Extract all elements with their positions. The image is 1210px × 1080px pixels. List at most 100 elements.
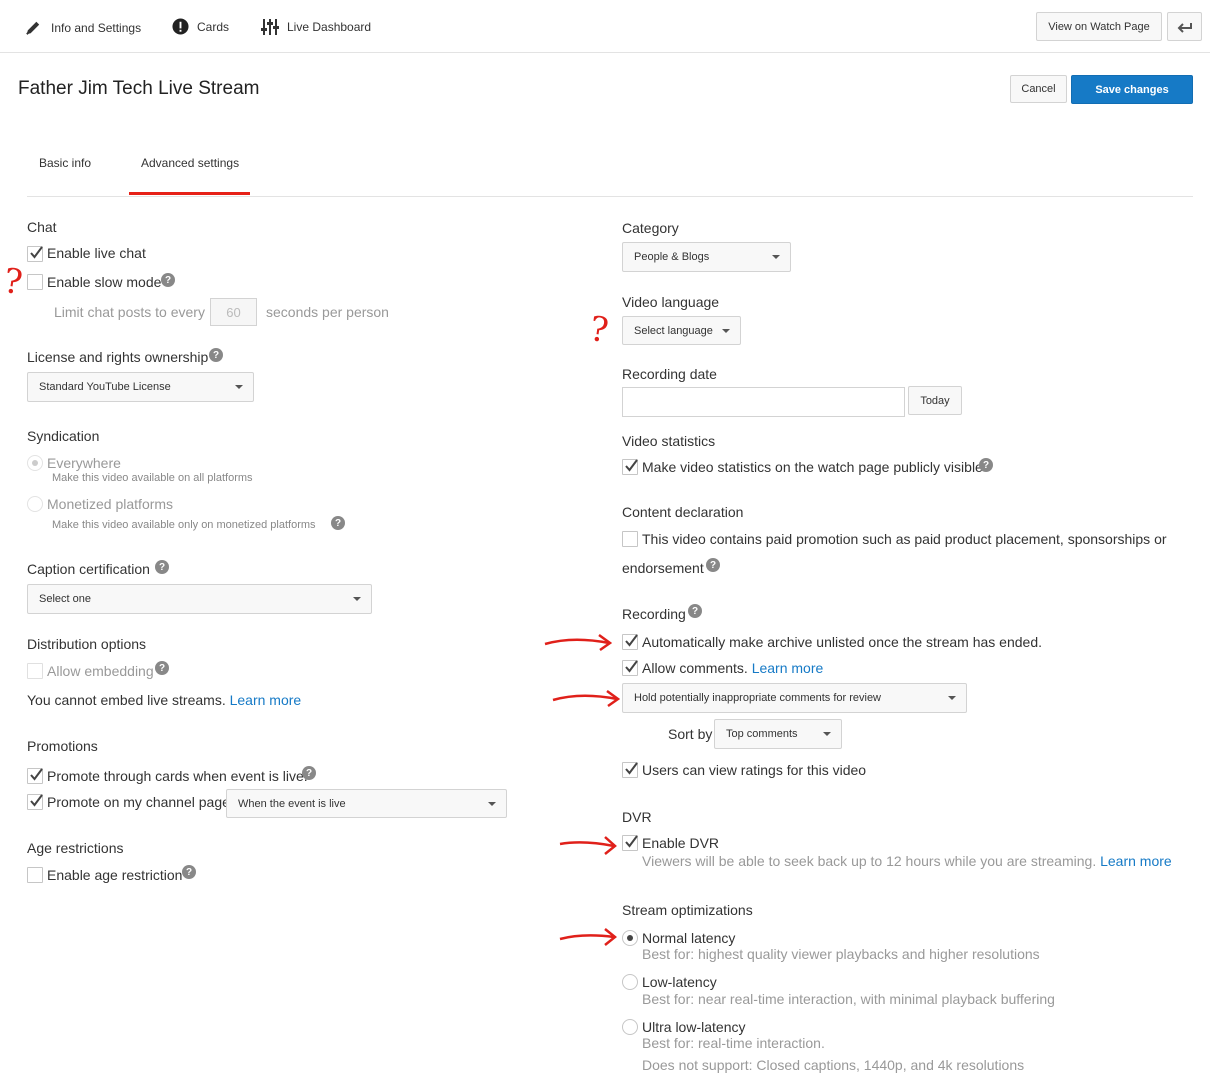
caption-heading: Caption certification [27, 561, 150, 577]
paid-promotion-label-cont: endorsement [622, 560, 704, 576]
caption-select-value: Select one [39, 593, 91, 605]
license-select[interactable]: Standard YouTube License [27, 372, 254, 402]
allow-comments-text: Allow comments. [642, 660, 748, 676]
normal-latency-radio[interactable] [622, 930, 638, 946]
cancel-button[interactable]: Cancel [1010, 75, 1067, 103]
nav-info-settings[interactable]: Info and Settings [24, 18, 141, 37]
checkmark-icon [625, 634, 638, 647]
question-mark-annotation: ? [587, 308, 611, 352]
help-icon[interactable]: ? [979, 458, 993, 472]
syndication-monetized-label: Monetized platforms [47, 496, 174, 512]
allow-embedding-label: Allow embedding [47, 663, 154, 679]
today-label: Today [920, 394, 950, 407]
help-icon[interactable]: ? [161, 273, 175, 287]
enable-dvr-checkbox[interactable] [622, 835, 638, 851]
comment-moderation-select[interactable]: Hold potentially inappropriate comments … [622, 683, 967, 713]
syndication-monetized-radio[interactable] [27, 496, 43, 512]
recording-date-heading: Recording date [622, 366, 717, 382]
age-restriction-label: Enable age restriction [47, 867, 183, 883]
promote-channel-checkbox[interactable] [27, 794, 43, 810]
nav-live-dashboard-label: Live Dashboard [287, 20, 372, 34]
help-icon[interactable]: ? [331, 516, 345, 530]
checkmark-icon [30, 768, 43, 781]
chevron-down-icon [772, 255, 780, 259]
low-latency-radio[interactable] [622, 974, 638, 990]
ultra-low-latency-radio[interactable] [622, 1019, 638, 1035]
promote-cards-checkbox[interactable] [27, 768, 43, 784]
info-icon [172, 18, 189, 35]
syndication-everywhere-label: Everywhere [47, 455, 121, 471]
nav-cards-label: Cards [197, 19, 230, 34]
caption-certification-select[interactable]: Select one [27, 584, 372, 614]
help-icon[interactable]: ? [155, 661, 169, 675]
pencil-icon [26, 21, 40, 35]
sort-comments-select[interactable]: Top comments [714, 719, 842, 749]
tab-advanced-settings[interactable]: Advanced settings [141, 156, 239, 170]
question-mark-annotation: ? [1, 260, 25, 304]
checkmark-icon [30, 246, 43, 259]
back-arrow-icon [1177, 22, 1192, 33]
content-declaration-heading: Content declaration [622, 504, 744, 520]
video-statistics-checkbox[interactable] [622, 459, 638, 475]
save-changes-button[interactable]: Save changes [1071, 75, 1193, 104]
recording-heading: Recording [622, 606, 686, 622]
promotions-heading: Promotions [27, 738, 98, 754]
chevron-down-icon [722, 328, 730, 333]
promote-channel-select[interactable]: When the event is live [226, 789, 507, 818]
arrow-annotation [552, 689, 621, 708]
tabs-divider [27, 196, 1193, 197]
view-on-watch-page-button[interactable]: View on Watch Page [1036, 12, 1162, 41]
video-language-select[interactable]: Select language [622, 316, 741, 345]
nav-cards[interactable]: Cards [172, 18, 229, 35]
tab-basic-info[interactable]: Basic info [39, 156, 91, 170]
sort-by-label: Sort by [668, 726, 713, 742]
nav-live-dashboard[interactable]: Live Dashboard [261, 18, 371, 36]
category-select-value: People & Blogs [634, 251, 710, 263]
help-icon[interactable]: ? [209, 348, 223, 362]
learn-more-link[interactable]: Learn more [752, 660, 824, 676]
enable-slow-mode-checkbox[interactable] [27, 274, 43, 290]
license-select-value: Standard YouTube License [39, 381, 171, 393]
syndication-heading: Syndication [27, 428, 100, 444]
arrow-annotation [559, 928, 618, 946]
checkmark-icon [625, 762, 638, 775]
chevron-down-icon [488, 801, 496, 806]
archive-unlisted-checkbox[interactable] [622, 634, 638, 650]
back-button[interactable] [1167, 12, 1202, 41]
arrow-annotation [559, 836, 617, 855]
enable-dvr-label: Enable DVR [642, 835, 720, 851]
allow-embedding-checkbox[interactable] [27, 663, 43, 679]
help-icon[interactable]: ? [182, 865, 196, 879]
learn-more-link[interactable]: Learn more [1100, 853, 1172, 869]
chevron-down-icon [823, 732, 831, 736]
low-latency-label: Low-latency [642, 974, 717, 990]
view-on-watch-page-label: View on Watch Page [1048, 20, 1150, 33]
age-restriction-checkbox[interactable] [27, 867, 43, 883]
limit-chat-suffix: seconds per person [266, 304, 389, 320]
allow-comments-checkbox[interactable] [622, 660, 638, 676]
recording-date-input[interactable] [622, 387, 905, 417]
chevron-down-icon [948, 696, 956, 700]
help-icon[interactable]: ? [155, 560, 169, 574]
view-ratings-label: Users can view ratings for this video [642, 762, 867, 778]
today-button[interactable]: Today [908, 386, 962, 415]
help-icon[interactable]: ? [302, 766, 316, 780]
dvr-desc: Viewers will be able to seek back up to … [642, 853, 1172, 869]
distribution-heading: Distribution options [27, 636, 147, 652]
enable-live-chat-checkbox[interactable] [27, 246, 43, 262]
stream-optimizations-heading: Stream optimizations [622, 902, 753, 918]
slow-mode-seconds-input[interactable]: 60 [210, 298, 257, 326]
view-ratings-checkbox[interactable] [622, 762, 638, 778]
syndication-everywhere-radio[interactable] [27, 455, 43, 471]
page-title: Father Jim Tech Live Stream [18, 78, 260, 99]
allow-comments-label: Allow comments. Learn more [642, 660, 823, 676]
help-icon[interactable]: ? [688, 604, 702, 618]
video-statistics-label: Make video statistics on the watch page … [642, 459, 983, 475]
category-select[interactable]: People & Blogs [622, 242, 791, 272]
paid-promotion-checkbox[interactable] [622, 531, 638, 547]
help-icon[interactable]: ? [706, 558, 720, 572]
sort-comments-value: Top comments [726, 728, 798, 740]
checkmark-icon [625, 660, 638, 673]
ultra-low-latency-label: Ultra low-latency [642, 1019, 746, 1035]
learn-more-link[interactable]: Learn more [230, 692, 302, 708]
